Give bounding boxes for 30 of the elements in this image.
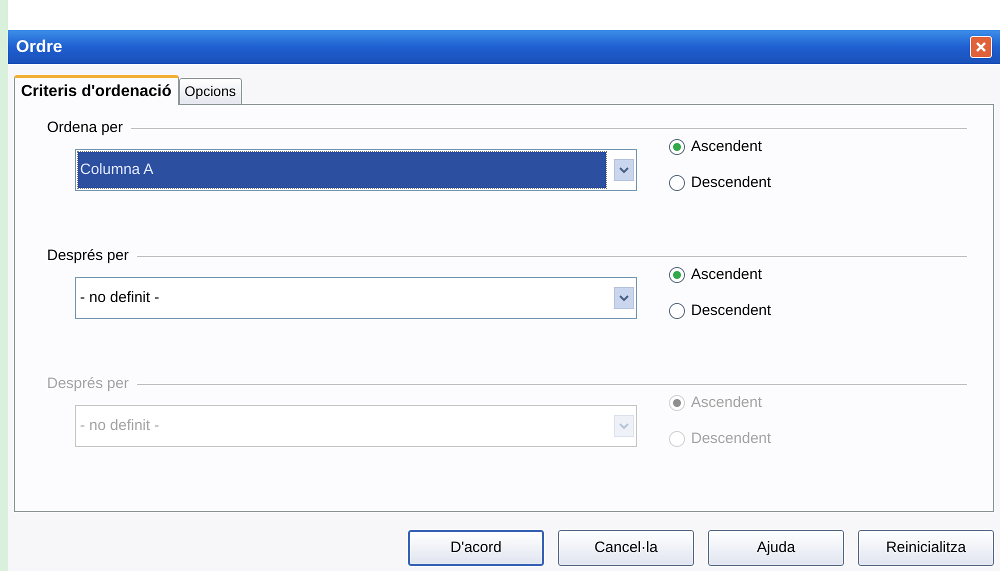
dropdown[interactable]: - no definit - bbox=[75, 277, 637, 319]
section-label: Ordena per bbox=[47, 118, 123, 138]
dropdown-value: - no definit - bbox=[79, 416, 160, 436]
dialog-button[interactable]: Cancel·la bbox=[558, 530, 694, 566]
radio-button[interactable] bbox=[669, 138, 685, 155]
radio-option[interactable]: Ascendent bbox=[669, 264, 772, 286]
chevron-down-icon bbox=[619, 294, 629, 302]
close-icon bbox=[975, 41, 987, 53]
radio-button[interactable] bbox=[669, 266, 685, 283]
chevron-down-icon bbox=[619, 166, 629, 174]
tab[interactable]: Opcions bbox=[178, 78, 242, 104]
radio-option[interactable]: Descendent bbox=[669, 172, 772, 194]
tab[interactable]: Criteris d'ordenació bbox=[14, 75, 179, 105]
dropdown-arrow-button[interactable] bbox=[614, 159, 634, 181]
chevron-down-icon bbox=[619, 422, 629, 430]
window-title: Ordre bbox=[16, 36, 62, 58]
section-label: Després per bbox=[47, 374, 129, 394]
radio-button[interactable] bbox=[669, 175, 685, 192]
dialog-button[interactable]: D'acord bbox=[408, 530, 544, 566]
radio-option[interactable]: Descendent bbox=[669, 300, 772, 322]
section-label: Després per bbox=[47, 246, 129, 266]
dropdown-arrow-button[interactable] bbox=[614, 287, 634, 309]
dropdown-value: - no definit - bbox=[79, 288, 160, 308]
dropdown[interactable]: Columna A bbox=[75, 149, 637, 191]
dialog-button[interactable]: Reinicialitza bbox=[858, 530, 994, 566]
dialog-button[interactable]: Ajuda bbox=[708, 530, 844, 566]
close-button[interactable] bbox=[970, 36, 992, 58]
radio-button[interactable] bbox=[669, 303, 685, 320]
radio-option[interactable]: Ascendent bbox=[669, 136, 772, 158]
dropdown-value: Columna A bbox=[78, 152, 606, 188]
